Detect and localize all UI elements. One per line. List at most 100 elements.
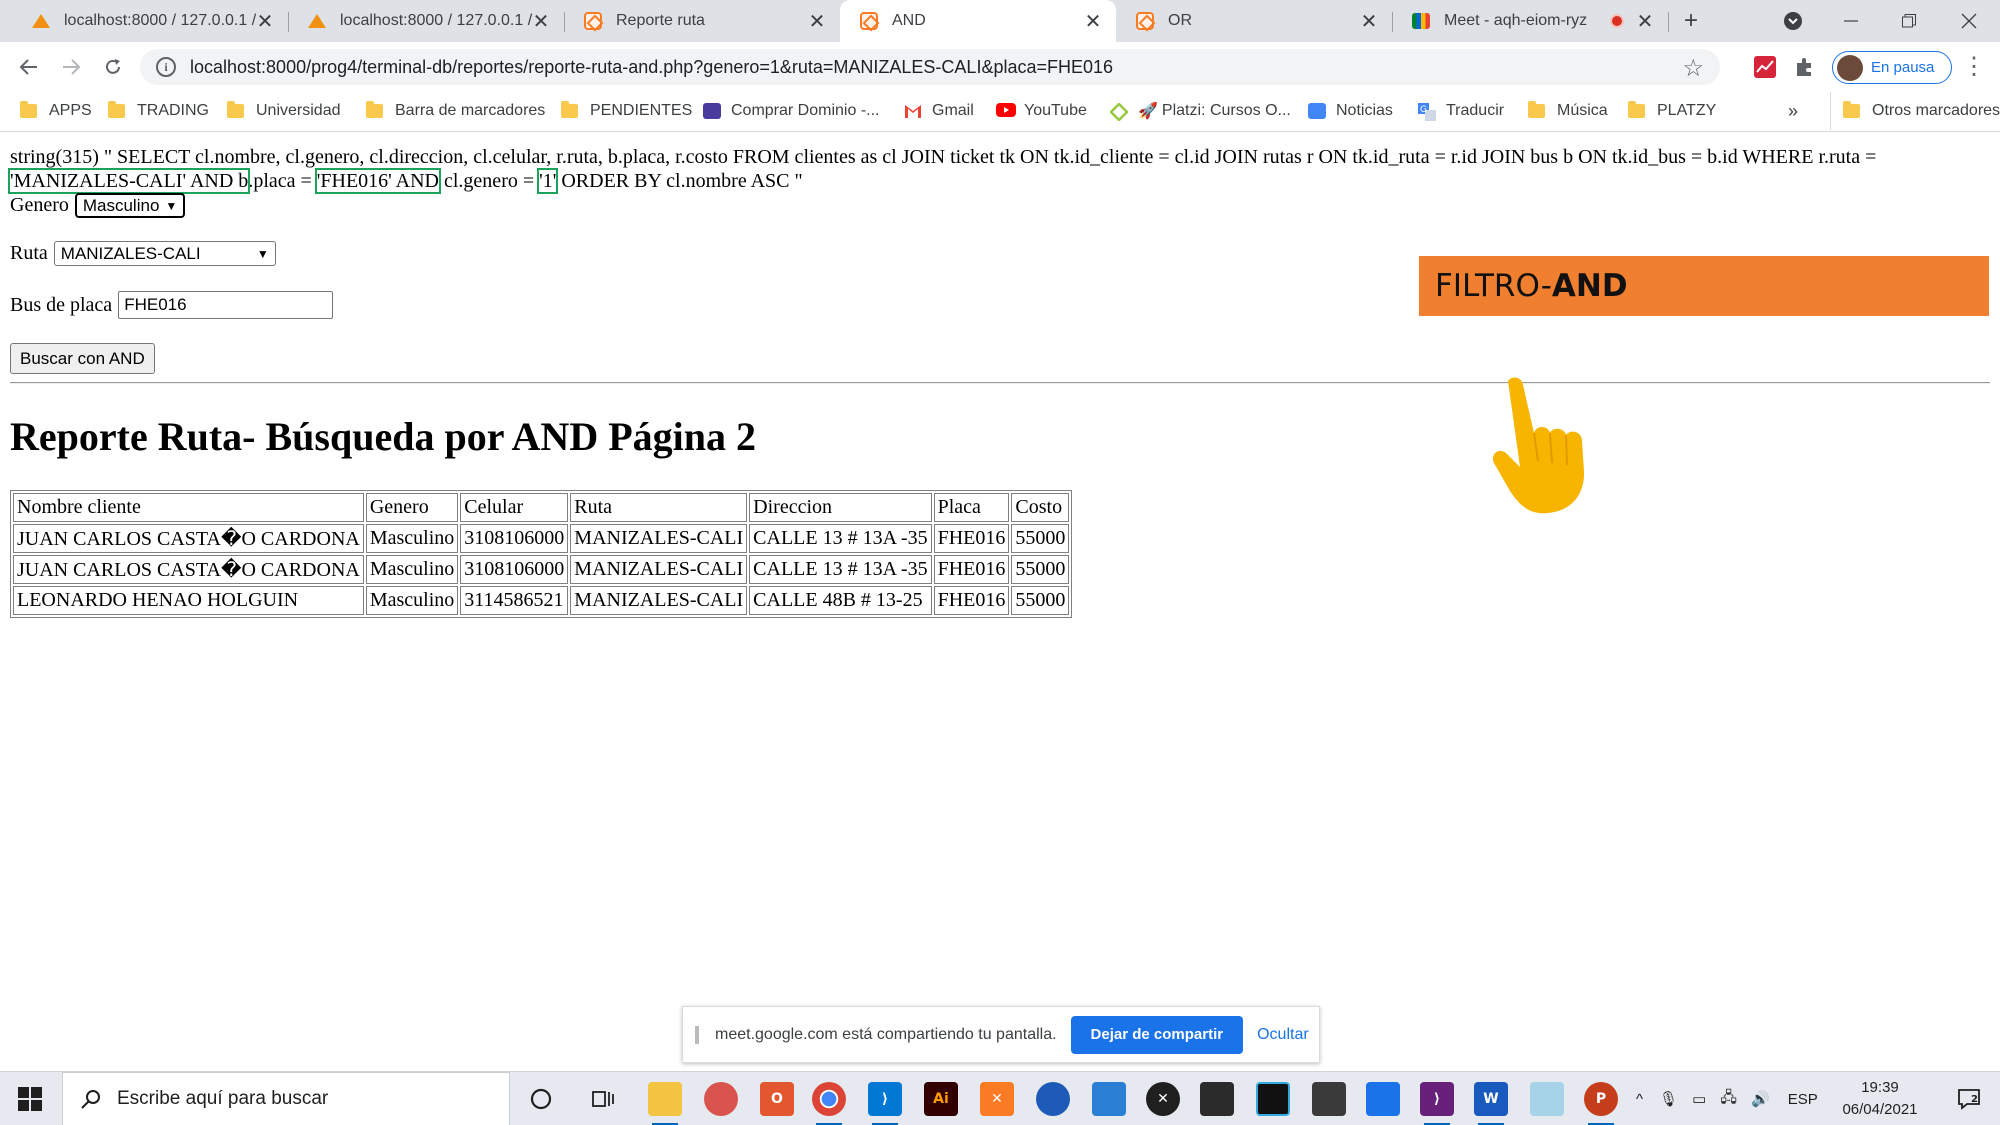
bookmark-pendientes[interactable]: PENDIENTES	[561, 92, 692, 130]
bookmark-gmail[interactable]: Gmail	[904, 92, 974, 130]
address-bar[interactable]: i localhost:8000/prog4/terminal-db/repor…	[140, 49, 1720, 85]
restore-icon[interactable]	[1886, 0, 1932, 42]
clock[interactable]: 19:39 06/04/2021	[1840, 1077, 1920, 1121]
word-icon[interactable]: W	[1474, 1082, 1508, 1125]
close-icon[interactable]: ✕	[256, 9, 274, 34]
tab-reporte-ruta[interactable]: Reporte ruta ✕	[564, 0, 840, 42]
close-icon[interactable]: ✕	[1084, 9, 1102, 34]
office-icon[interactable]: O	[760, 1082, 794, 1116]
language-indicator[interactable]: ESP	[1788, 1091, 1818, 1108]
close-icon[interactable]: ✕	[532, 9, 550, 34]
close-icon[interactable]: ✕	[1636, 9, 1654, 34]
tab-phpmyadmin-1[interactable]: localhost:8000 / 127.0.0.1 / t ✕	[12, 0, 288, 42]
url-text[interactable]: localhost:8000/prog4/terminal-db/reporte…	[190, 57, 1113, 78]
new-tab-button[interactable]: +	[1668, 0, 1714, 42]
folder-icon	[20, 101, 37, 118]
minimize-icon[interactable]	[1828, 0, 1874, 42]
stocks-extension-icon[interactable]	[1750, 52, 1780, 82]
more-options-icon[interactable]: ⋮	[1962, 52, 1986, 81]
vscode-icon[interactable]: ⟩	[868, 1082, 902, 1125]
bookmark-noticias[interactable]: Noticias	[1308, 92, 1393, 130]
notifications-icon[interactable]: 2	[1952, 1082, 1986, 1116]
phpmyadmin-icon	[32, 12, 50, 30]
tab-title: OR	[1168, 12, 1192, 29]
table-row: LEONARDO HENAO HOLGUIN Masculino 3114586…	[13, 586, 1070, 615]
table-header: Nombre cliente Genero Celular Ruta Direc…	[13, 493, 1070, 522]
hide-button[interactable]: Ocultar	[1257, 1026, 1309, 1044]
chevron-down-icon: ▼	[165, 198, 178, 213]
close-icon[interactable]: ✕	[1360, 9, 1378, 34]
bookmark-comprar-dominio[interactable]: Comprar Dominio -...	[703, 92, 879, 130]
drag-handle-icon[interactable]	[695, 1025, 699, 1044]
store-icon[interactable]	[1200, 1082, 1234, 1116]
tab-and[interactable]: AND ✕	[840, 0, 1116, 42]
back-icon[interactable]	[12, 50, 46, 84]
bookmark-barra-de-marcadores[interactable]: Barra de marcadores	[366, 92, 545, 130]
illustrator-icon[interactable]: Ai	[924, 1082, 958, 1116]
microphone-icon[interactable]: 🎙	[1659, 1090, 1678, 1108]
extensions-puzzle-icon[interactable]	[1790, 52, 1820, 82]
reload-icon[interactable]	[96, 50, 130, 84]
xampp-taskbar-icon[interactable]: ✕	[980, 1082, 1014, 1116]
folder-icon	[1843, 101, 1860, 118]
table-cell: 3108106000	[460, 555, 569, 584]
tab-phpmyadmin-2[interactable]: localhost:8000 / 127.0.0.1 / t ✕	[288, 0, 564, 42]
close-window-icon[interactable]	[1946, 0, 1992, 42]
recording-icon	[1610, 14, 1624, 28]
table-cell: 55000	[1011, 586, 1070, 615]
tab-search-icon[interactable]	[1770, 0, 1816, 42]
close-icon[interactable]: ✕	[808, 9, 826, 34]
photo-app-icon[interactable]	[1312, 1082, 1346, 1116]
xampp-icon	[1136, 12, 1154, 30]
bookmark-star-icon[interactable]: ☆	[1682, 54, 1704, 83]
clock-time: 19:39	[1861, 1079, 1899, 1096]
column-header: Placa	[933, 493, 1010, 522]
divider	[10, 382, 1990, 384]
app-blue-1-icon[interactable]	[1036, 1082, 1070, 1116]
bookmark-traducir[interactable]: G Traducir	[1418, 92, 1504, 130]
cortana-icon[interactable]	[524, 1082, 558, 1116]
bookmark-youtube[interactable]: YouTube	[996, 92, 1087, 130]
tab-meet[interactable]: Meet - aqh-eiom-ryz ✕	[1392, 0, 1668, 42]
network-icon[interactable]: 🖧	[1720, 1087, 1737, 1112]
battery-icon[interactable]: ▭	[1692, 1090, 1706, 1108]
ruta-label: Ruta	[10, 242, 48, 264]
rocket-icon: 🚀	[1138, 103, 1158, 120]
bookmark-platzy[interactable]: PLATZY	[1628, 92, 1716, 130]
other-bookmarks[interactable]: Otros marcadores	[1830, 92, 2000, 130]
screen-share-bar: meet.google.com está compartiendo tu pan…	[682, 1006, 1320, 1063]
files-app-icon[interactable]	[1366, 1082, 1400, 1116]
visual-studio-icon[interactable]: ⟩	[1420, 1082, 1454, 1125]
windows-start-icon[interactable]	[18, 1087, 42, 1111]
taskbar-search-input[interactable]: Escribe aquí para buscar	[62, 1072, 510, 1125]
bookmark-universidad[interactable]: Universidad	[227, 92, 340, 130]
chrome-icon[interactable]	[812, 1082, 846, 1125]
table-cell: 3114586521	[460, 586, 569, 615]
column-header: Genero	[365, 493, 459, 522]
volume-icon[interactable]: 🔊	[1751, 1090, 1770, 1108]
stop-sharing-button[interactable]: Dejar de compartir	[1070, 1015, 1244, 1054]
genero-select[interactable]: Masculino ▼	[74, 193, 185, 218]
terminal-icon[interactable]	[1256, 1082, 1290, 1116]
powerpoint-icon[interactable]: P	[1584, 1082, 1618, 1125]
table-cell: CALLE 13 # 13A -35	[749, 555, 932, 584]
info-icon[interactable]: i	[156, 57, 176, 77]
filezilla-icon[interactable]	[704, 1082, 738, 1116]
show-hidden-icons-icon[interactable]: ^	[1636, 1091, 1643, 1108]
app-blue-2-icon[interactable]	[1092, 1082, 1126, 1116]
forward-icon[interactable]	[54, 50, 88, 84]
bookmark-trading[interactable]: TRADING	[108, 92, 209, 130]
bookmark-apps[interactable]: APPS	[20, 92, 92, 130]
placa-input[interactable]: FHE016	[118, 291, 334, 319]
xbox-icon[interactable]: ✕	[1146, 1082, 1180, 1116]
search-and-button[interactable]: Buscar con AND	[10, 343, 155, 374]
more-bookmarks-button[interactable]: »	[1788, 92, 1798, 130]
task-view-icon[interactable]	[586, 1082, 620, 1116]
profile-button[interactable]: En pausa	[1832, 51, 1952, 84]
bookmark-musica[interactable]: Música	[1528, 92, 1608, 130]
tab-or[interactable]: OR ✕	[1116, 0, 1392, 42]
file-explorer-icon[interactable]	[648, 1082, 682, 1125]
bookmark-platzi[interactable]: 🚀 Platzi: Cursos O...	[1109, 92, 1291, 130]
ruta-select[interactable]: MANIZALES-CALI ▼	[53, 241, 276, 266]
app-ice-icon[interactable]	[1530, 1082, 1564, 1116]
